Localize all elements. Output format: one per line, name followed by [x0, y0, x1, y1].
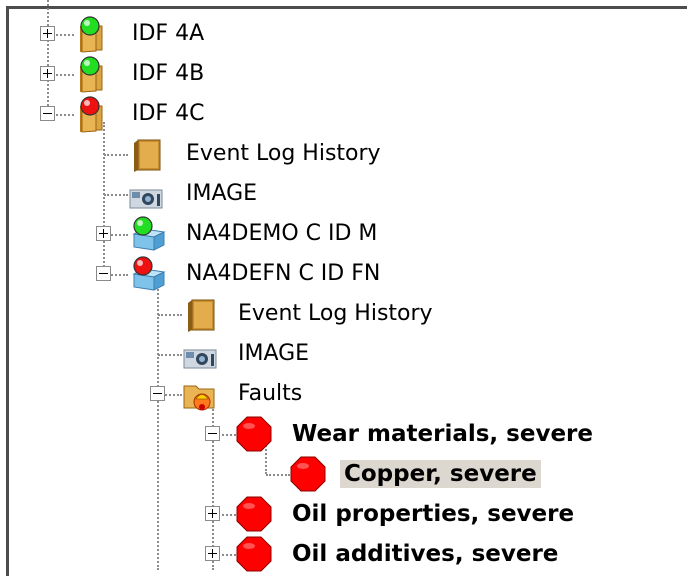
- severe-fault-octagon-icon: [234, 414, 274, 454]
- faults-folder-alarm-icon: [180, 374, 220, 414]
- tree-node-label[interactable]: IMAGE: [234, 340, 313, 368]
- tree-node-idf-4b[interactable]: IDF 4B: [0, 54, 689, 94]
- tree-node-oil-additives-severe[interactable]: Oil additives, severe: [0, 534, 689, 574]
- tree-connector-branch: [158, 314, 182, 316]
- tree-node-wear-materials-severe[interactable]: Wear materials, severe: [0, 414, 689, 454]
- tree-node-label[interactable]: Event Log History: [182, 140, 385, 168]
- severe-fault-octagon-icon: [234, 534, 274, 574]
- tree-node-oil-properties-severe[interactable]: Oil properties, severe: [0, 494, 689, 534]
- tree-node-label[interactable]: IDF 4A: [128, 20, 208, 48]
- tree-node-label[interactable]: Oil properties, severe: [288, 500, 578, 528]
- folder-status-green-icon: [72, 14, 112, 54]
- device-status-green-icon: [126, 214, 166, 254]
- tree-node-label[interactable]: Event Log History: [234, 300, 437, 328]
- tree-node-image[interactable]: IMAGE: [0, 334, 689, 374]
- tree-node-label[interactable]: IDF 4B: [128, 60, 208, 88]
- tree-node-label[interactable]: Faults: [234, 380, 306, 408]
- tree-node-label[interactable]: IDF 4C: [128, 100, 208, 128]
- tree-node-label[interactable]: NA4DEFN C ID FN: [182, 260, 384, 288]
- folder-status-green-icon: [72, 54, 112, 94]
- severe-fault-octagon-icon: [234, 494, 274, 534]
- tree-node-idf-4c[interactable]: IDF 4C: [0, 94, 689, 134]
- tree-node-copper-severe[interactable]: Copper, severe: [0, 454, 689, 494]
- expand-toggle-icon[interactable]: [40, 26, 55, 41]
- camera-image-icon: [126, 174, 166, 214]
- tree-node-label[interactable]: Wear materials, severe: [288, 420, 597, 448]
- tree-node-label[interactable]: Copper, severe: [340, 460, 541, 488]
- expand-toggle-icon[interactable]: [205, 546, 220, 561]
- tree-node-label[interactable]: IMAGE: [182, 180, 261, 208]
- expand-toggle-icon[interactable]: [205, 506, 220, 521]
- tree-connector-branch: [158, 354, 182, 356]
- tree-node-label[interactable]: Oil additives, severe: [288, 540, 562, 568]
- tree-view[interactable]: IDF 4A IDF 4B IDF 4C Event Log History IMAGE…: [0, 0, 689, 572]
- tree-node-faults[interactable]: Faults: [0, 374, 689, 414]
- expand-toggle-icon[interactable]: [40, 66, 55, 81]
- tree-node-image[interactable]: IMAGE: [0, 174, 689, 214]
- tree-connector-branch: [266, 474, 290, 476]
- tree-connector-branch: [104, 154, 128, 156]
- severe-fault-octagon-icon: [288, 454, 328, 494]
- collapse-toggle-icon[interactable]: [96, 266, 111, 281]
- event-log-book-icon: [180, 294, 220, 334]
- camera-image-icon: [180, 334, 220, 374]
- collapse-toggle-icon[interactable]: [205, 426, 220, 441]
- tree-node-na4defn-c-id-fn[interactable]: NA4DEFN C ID FN: [0, 254, 689, 294]
- folder-status-red-icon: [72, 94, 112, 134]
- tree-node-event-log-history[interactable]: Event Log History: [0, 134, 689, 174]
- tree-node-label[interactable]: NA4DEMO C ID M: [182, 220, 381, 248]
- tree-node-na4demo-c-id-m[interactable]: NA4DEMO C ID M: [0, 214, 689, 254]
- tree-node-event-log-history[interactable]: Event Log History: [0, 294, 689, 334]
- collapse-toggle-icon[interactable]: [40, 106, 55, 121]
- event-log-book-icon: [126, 134, 166, 174]
- tree-connector-branch: [104, 194, 128, 196]
- collapse-toggle-icon[interactable]: [150, 386, 165, 401]
- expand-toggle-icon[interactable]: [96, 226, 111, 241]
- device-status-red-icon: [126, 254, 166, 294]
- tree-node-idf-4a[interactable]: IDF 4A: [0, 14, 689, 54]
